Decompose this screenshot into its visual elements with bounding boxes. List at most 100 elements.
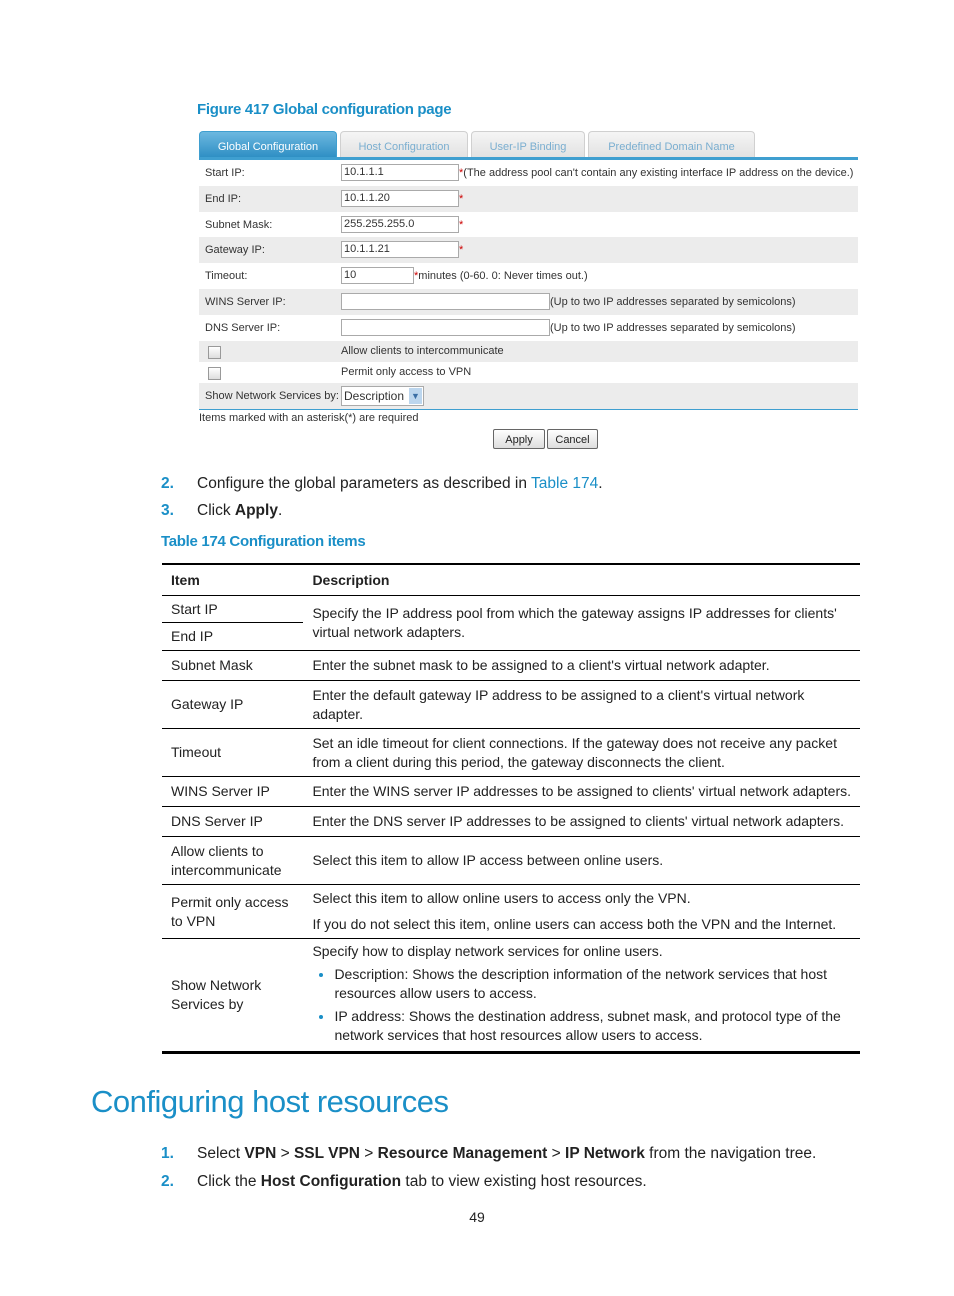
desc-cell: Enter the DNS server IP addresses to be …	[303, 806, 860, 837]
permit-checkbox[interactable]	[208, 366, 221, 380]
allow-row: Allow clients to intercommunicate	[199, 340, 858, 362]
step-text: from the navigation tree.	[644, 1145, 817, 1162]
show-by-label: Show Network Services by:	[205, 389, 339, 402]
desc-cell: Select this item to allow online users t…	[303, 884, 860, 939]
step-bold: VPN	[244, 1145, 277, 1162]
item-cell: Start IP	[162, 595, 304, 623]
permit-row: Permit only access to VPN	[199, 362, 858, 383]
required-note: Items marked with an asterisk(*) are req…	[199, 411, 419, 424]
header-item: Item	[162, 564, 304, 596]
bullet-item: IP address: Shows the destination addres…	[334, 1007, 851, 1045]
tab-predefined-domain-name[interactable]: Predefined Domain Name	[588, 131, 755, 157]
table-caption: Table 174 Configuration items	[161, 533, 366, 550]
start-ip-note: (The address pool can't contain any exis…	[463, 167, 854, 179]
step-text: Click the	[197, 1173, 261, 1190]
page-number: 49	[469, 1209, 485, 1225]
timeout-row: Timeout: 10 *minutes (0-60. 0: Never tim…	[199, 263, 858, 289]
step-text: >	[276, 1145, 294, 1162]
desc-line: Specify how to display network services …	[312, 942, 663, 959]
item-cell: Gateway IP	[162, 680, 304, 729]
step-text: >	[359, 1145, 378, 1162]
gateway-ip-label: Gateway IP:	[205, 244, 265, 257]
desc-line: If you do not select this item, online u…	[312, 916, 837, 932]
show-by-value: Description	[344, 388, 405, 403]
bullet-text: IP address: Shows the destination addres…	[334, 1007, 841, 1043]
step-bold: SSL VPN	[293, 1145, 360, 1162]
step-2: 2. Configure the global parameters as des…	[161, 475, 603, 493]
step-bold: Host Configuration	[260, 1173, 402, 1190]
step-text: Configure the global parameters as descr…	[197, 475, 532, 492]
global-config-screenshot: Global Configuration Host Configuration …	[199, 130, 858, 449]
step-number: 3.	[161, 502, 174, 519]
allow-checkbox[interactable]	[208, 345, 221, 359]
item-cell: DNS Server IP	[162, 806, 304, 837]
step-text: .	[277, 502, 283, 519]
section-title: Configuring host resources	[91, 1084, 449, 1119]
bullet-item: Description: Shows the description infor…	[334, 965, 851, 1003]
desc-cell: Specify the IP address pool from which t…	[303, 595, 860, 651]
show-by-select[interactable]: Description ▼	[341, 385, 424, 406]
step-bold: Apply	[234, 502, 278, 519]
config-items-table: Item Description Start IP Specify the IP a…	[162, 563, 860, 1054]
allow-label: Allow clients to intercommunicate	[341, 344, 504, 357]
item-cell: End IP	[162, 622, 304, 651]
start-ip-row: Start IP: 10.1.1.1 *(The address pool ca…	[199, 160, 858, 186]
table-174-link[interactable]: Table 174	[531, 475, 598, 492]
step-text: Click	[197, 502, 235, 519]
step-text: tab to view existing host resources.	[401, 1173, 647, 1190]
dns-label: DNS Server IP:	[205, 321, 281, 334]
item-cell: Allow clients to intercommunicate	[162, 836, 304, 885]
desc-cell: Set an idle timeout for client connectio…	[303, 728, 860, 777]
permit-label: Permit only access to VPN	[341, 365, 472, 378]
figure-caption: Figure 417 Global configuration page	[197, 101, 452, 118]
gateway-ip-input[interactable]: 10.1.1.21	[341, 241, 459, 259]
tab-global-configuration[interactable]: Global Configuration	[199, 131, 337, 157]
step-3: 3. Click Apply.	[161, 502, 283, 520]
start-ip-label: Start IP:	[205, 167, 245, 179]
apply-button[interactable]: Apply	[493, 429, 545, 449]
show-by-row: Show Network Services by: Description ▼	[199, 382, 858, 410]
subnet-mask-row: Subnet Mask: 255.255.255.0 *	[199, 212, 858, 238]
desc-cell: Select this item to allow IP access betw…	[303, 836, 860, 885]
cancel-button[interactable]: Cancel	[547, 429, 598, 449]
end-ip-input[interactable]: 10.1.1.20	[341, 189, 459, 207]
start-ip-input[interactable]: 10.1.1.1	[341, 164, 459, 181]
step-number: 2.	[161, 475, 174, 492]
header-description: Description	[303, 564, 860, 596]
desc-cell: Enter the default gateway IP address to …	[303, 680, 860, 729]
end-ip-row: End IP: 10.1.1.20 *	[199, 185, 858, 212]
gateway-ip-row: Gateway IP: 10.1.1.21 *	[199, 237, 858, 264]
subnet-mask-input[interactable]: 255.255.255.0	[341, 215, 459, 233]
dns-row: DNS Server IP: (Up to two IP addresses s…	[199, 315, 858, 341]
item-cell: Timeout	[162, 728, 304, 777]
step-bold: IP Network	[565, 1145, 645, 1162]
item-cell: Subnet Mask	[162, 650, 304, 681]
wins-label: WINS Server IP:	[205, 295, 286, 308]
step-text: >	[547, 1145, 566, 1162]
wins-note: (Up to two IP addresses separated by sem…	[550, 295, 796, 308]
step-number: 1.	[161, 1145, 174, 1162]
item-cell: Permit only access to VPN	[162, 884, 304, 939]
chevron-down-icon: ▼	[409, 387, 422, 404]
step-1: 1. Select VPN > SSL VPN > Resource Manage…	[161, 1145, 817, 1163]
timeout-input[interactable]: 10	[341, 267, 414, 285]
desc-line: Select this item to allow online users t…	[312, 890, 691, 906]
step-text: .	[598, 475, 603, 492]
step-number: 2.	[161, 1173, 174, 1190]
required-star: *	[459, 192, 464, 205]
desc-cell: Enter the WINS server IP addresses to be…	[303, 776, 860, 807]
dns-input[interactable]	[341, 318, 550, 336]
desc-cell: Specify how to display network services …	[303, 939, 860, 1053]
tab-host-configuration[interactable]: Host Configuration	[340, 131, 468, 157]
end-ip-label: End IP:	[205, 192, 242, 205]
subnet-mask-label: Subnet Mask:	[205, 218, 273, 231]
timeout-note: minutes (0-60. 0: Never times out.)	[418, 270, 588, 283]
timeout-label: Timeout:	[205, 270, 248, 283]
tab-user-ip-binding[interactable]: User-IP Binding	[471, 131, 585, 157]
wins-input[interactable]	[341, 292, 550, 310]
tab-bar: Global Configuration Host Configuration …	[199, 130, 858, 160]
required-star: *	[459, 244, 464, 257]
bullet-text: Description: Shows the description infor…	[334, 965, 828, 1001]
step-2b: 2. Click the Host Configuration tab to vi…	[161, 1173, 647, 1191]
wins-row: WINS Server IP: (Up to two IP addresses …	[199, 288, 858, 315]
